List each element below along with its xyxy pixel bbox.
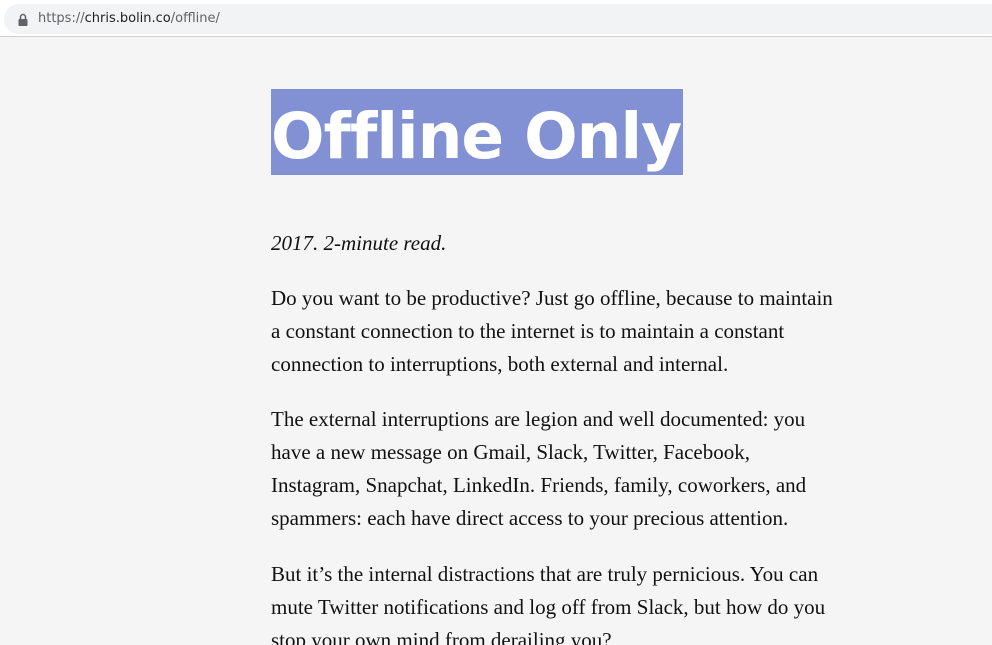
paragraph: The external interruptions are legion an… [271,403,871,535]
paragraph-line: stop your own mind from derailing you? [271,628,612,645]
paragraph-line: Instagram, Snapchat, LinkedIn. Friends, … [271,473,807,497]
paragraph-line: mute Twitter notifications and log off f… [271,595,826,619]
url-path: /offline/ [170,11,220,26]
article-meta: 2017. 2-minute read. [271,231,447,255]
page-title: Offline Only [271,89,684,175]
paragraph-line: connection to interruptions, both extern… [271,352,729,376]
paragraph-line: spammers: each have direct access to you… [271,506,789,530]
url-scheme: https:// [38,11,85,26]
paragraph-line: But it’s the internal distractions that … [271,562,819,586]
url-host: chris.bolin.co [84,11,171,26]
url-text[interactable]: https://chris.bolin.co/offline/ [38,10,220,28]
lock-icon [18,13,28,26]
address-bar[interactable]: https://chris.bolin.co/offline/ [4,4,992,34]
paragraph-line: The external interruptions are legion an… [271,407,806,431]
page-content: Offline Only 2017. 2-minute read. Do you… [0,37,992,645]
paragraph-line: a constant connection to the internet is… [271,319,785,343]
paragraph-line: Do you want to be productive? Just go of… [271,286,833,310]
paragraph: But it’s the internal distractions that … [271,558,871,645]
paragraph: Do you want to be productive? Just go of… [271,282,871,381]
browser-toolbar: https://chris.bolin.co/offline/ [0,0,992,37]
paragraph-line: have a new message on Gmail, Slack, Twit… [271,440,751,464]
